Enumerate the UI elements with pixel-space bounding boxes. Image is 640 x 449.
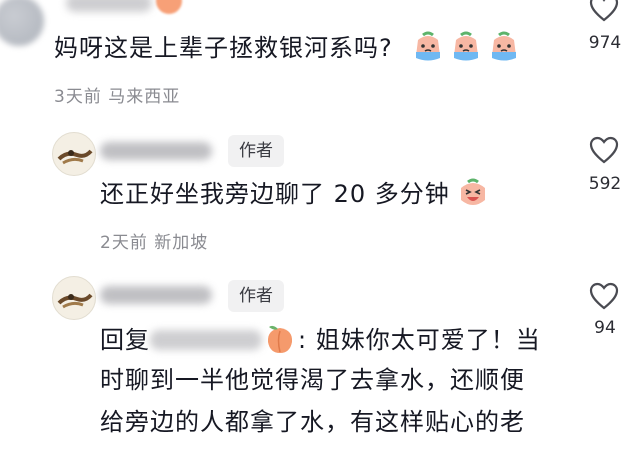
author-badge: 作者: [228, 280, 284, 312]
avatar[interactable]: [52, 132, 96, 176]
like-count: 94: [594, 318, 616, 338]
avatar[interactable]: [52, 276, 96, 320]
peach-emoji: [267, 325, 293, 353]
like-heart-icon[interactable]: [589, 136, 619, 164]
laughing-emoji: [461, 178, 485, 205]
reply-text-line: 时聊到一半他觉得渴了去拿水，还顺便: [100, 366, 525, 394]
like-count: 592: [588, 174, 622, 194]
crying-emoji: [492, 31, 516, 61]
avatar-illustration: [57, 149, 93, 165]
author-badge: 作者: [228, 135, 284, 167]
reply-target-name-blurred[interactable]: [150, 330, 262, 350]
comment-text: 还正好坐我旁边聊了 20 多分钟: [100, 180, 450, 208]
username-blurred[interactable]: [66, 0, 152, 12]
crying-emoji: [416, 31, 440, 61]
author-name-blurred[interactable]: [100, 286, 212, 304]
peach-emoji: [156, 0, 182, 14]
avatar-blurred[interactable]: [0, 0, 44, 46]
comment-meta: 2天前 新加坡: [100, 233, 209, 253]
reply-text: : 姐妹你太可爱了！当: [298, 326, 541, 354]
author-name-blurred[interactable]: [100, 142, 212, 160]
avatar-illustration: [57, 293, 93, 309]
like-heart-icon[interactable]: [589, 282, 619, 310]
comment-meta: 3天前 马来西亚: [54, 87, 181, 107]
like-heart-icon[interactable]: [589, 0, 619, 22]
crying-emoji: [454, 31, 478, 61]
reply-text-line: 给旁边的人都拿了水，有这样贴心的老: [100, 408, 525, 436]
emoji-group: [411, 30, 521, 64]
like-count: 974: [588, 33, 622, 53]
reply-prefix: 回复: [100, 326, 150, 354]
comment-text: 妈呀这是上辈子拯救银河系吗?: [54, 34, 393, 62]
